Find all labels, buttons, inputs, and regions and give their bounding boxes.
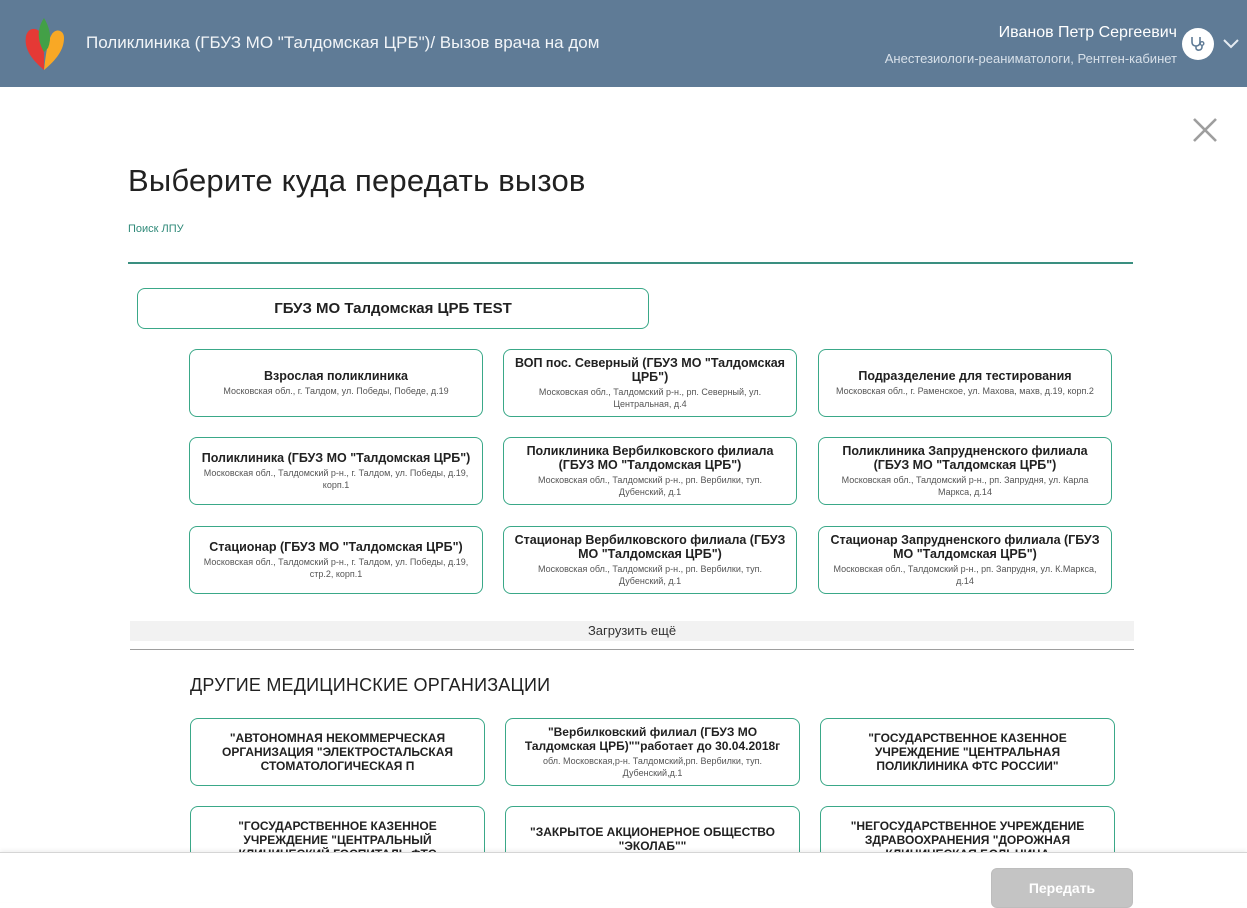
subdivision-card[interactable]: Поликлиника Вербилковского филиала (ГБУЗ… — [503, 437, 797, 505]
subdivision-card[interactable]: ВОП пос. Северный (ГБУЗ МО "Талдомская Ц… — [503, 349, 797, 417]
other-orgs-section-title: ДРУГИЕ МЕДИЦИНСКИЕ ОРГАНИЗАЦИИ — [190, 675, 551, 695]
other-org-name: "АВТОНОМНАЯ НЕКОММЕРЧЕСКАЯ ОРГАНИЗАЦИЯ "… — [222, 731, 453, 773]
subdivision-card[interactable]: Стационар (ГБУЗ МО "Талдомская ЦРБ") Мос… — [189, 526, 483, 594]
other-org-name: "ГОСУДАРСТВЕННОЕ КАЗЕННОЕ УЧРЕЖДЕНИЕ "ЦЕ… — [868, 731, 1067, 773]
other-org-card[interactable]: "Вербилковский филиал (ГБУЗ МО Талдомска… — [505, 718, 800, 786]
subdivision-card[interactable]: Подразделение для тестирования Московска… — [818, 349, 1112, 417]
subdivision-address: Московская обл., Талдомский р-н., рп. Ве… — [537, 564, 762, 586]
other-org-name: "Вербилковский филиал (ГБУЗ МО Талдомска… — [524, 725, 781, 753]
chevron-down-icon[interactable] — [1221, 33, 1241, 53]
subdivision-address: Московская обл., Талдомский р-н., г. Тал… — [203, 468, 469, 490]
other-org-name: "ЗАКРЫТОЕ АКЦИОНЕРНОЕ ОБЩЕСТВО "ЭКОЛАБ"" — [530, 825, 775, 853]
submit-transfer-button[interactable]: Передать — [991, 868, 1133, 908]
subdivision-name: Подразделение для тестирования — [858, 369, 1072, 383]
subdivision-address: Московская обл., Талдомский р-н., рп. За… — [841, 475, 1089, 497]
subdivision-name: ВОП пос. Северный (ГБУЗ МО "Талдомская Ц… — [515, 356, 785, 384]
search-label: Поиск ЛПУ — [128, 223, 184, 235]
subdivision-card[interactable]: Взрослая поликлиника Московская обл., г.… — [189, 349, 483, 417]
load-more-button[interactable]: Загрузить ещё — [130, 621, 1134, 641]
close-icon[interactable] — [1190, 115, 1220, 145]
subdivision-card[interactable]: Стационар Вербилковского филиала (ГБУЗ М… — [503, 526, 797, 594]
stethoscope-icon — [1191, 37, 1205, 51]
subdivision-name: Стационар (ГБУЗ МО "Талдомская ЦРБ") — [209, 540, 463, 554]
subdivision-name: Стационар Вербилковского филиала (ГБУЗ М… — [514, 533, 786, 561]
subdivision-address: Московская обл., Талдомский р-н., рп. За… — [833, 564, 1097, 586]
main-organization-card[interactable]: ГБУЗ МО Талдомская ЦРБ TEST — [137, 288, 649, 329]
app-header: Поликлиника (ГБУЗ МО "Талдомская ЦРБ")/ … — [0, 0, 1247, 87]
user-department: Анестезиологи-реаниматологи, Рентген-каб… — [884, 51, 1177, 66]
organization-name: ГБУЗ МО Талдомская ЦРБ TEST — [274, 299, 512, 317]
other-org-card[interactable]: "ГОСУДАРСТВЕННОЕ КАЗЕННОЕ УЧРЕЖДЕНИЕ "ЦЕ… — [820, 718, 1115, 786]
subdivision-name: Поликлиника Вербилковского филиала (ГБУЗ… — [526, 444, 774, 472]
subdivision-address: Московская обл., Талдомский р-н., рп. Се… — [538, 387, 762, 409]
subdivision-name: Поликлиника Запрудненского филиала (ГБУЗ… — [842, 444, 1088, 472]
other-org-card[interactable]: "АВТОНОМНАЯ НЕКОММЕРЧЕСКАЯ ОРГАНИЗАЦИЯ "… — [190, 718, 485, 786]
subdivision-card[interactable]: Поликлиника (ГБУЗ МО "Талдомская ЦРБ") М… — [189, 437, 483, 505]
subdivision-name: Поликлиника (ГБУЗ МО "Талдомская ЦРБ") — [201, 451, 471, 465]
subdivision-card[interactable]: Поликлиника Запрудненского филиала (ГБУЗ… — [818, 437, 1112, 505]
user-name[interactable]: Иванов Петр Сергеевич — [999, 24, 1177, 42]
subdivision-address: Московская обл., г. Талдом, ул. Победы, … — [223, 386, 449, 396]
subdivision-name: Стационар Запрудненского филиала (ГБУЗ М… — [830, 533, 1100, 561]
section-divider — [130, 649, 1134, 650]
subdivision-address: Московская обл., Талдомский р-н., г. Тал… — [203, 557, 469, 579]
subdivision-card[interactable]: Стационар Запрудненского филиала (ГБУЗ М… — [818, 526, 1112, 594]
user-avatar[interactable] — [1182, 28, 1214, 60]
dialog-title: Выберите куда передать вызов — [128, 163, 586, 198]
subdivision-address: Московская обл., Талдомский р-н., рп. Ве… — [537, 475, 762, 497]
subdivision-name: Взрослая поликлиника — [264, 369, 408, 383]
search-input[interactable] — [128, 238, 1133, 264]
subdivision-address: Московская обл., г. Раменское, ул. Махов… — [836, 386, 1094, 396]
heart-logo-icon — [25, 18, 64, 70]
other-org-address: обл. Московская,р-н. Талдомский,рп. Верб… — [542, 756, 762, 778]
page-breadcrumb-title: Поликлиника (ГБУЗ МО "Талдомская ЦРБ")/ … — [86, 33, 600, 52]
